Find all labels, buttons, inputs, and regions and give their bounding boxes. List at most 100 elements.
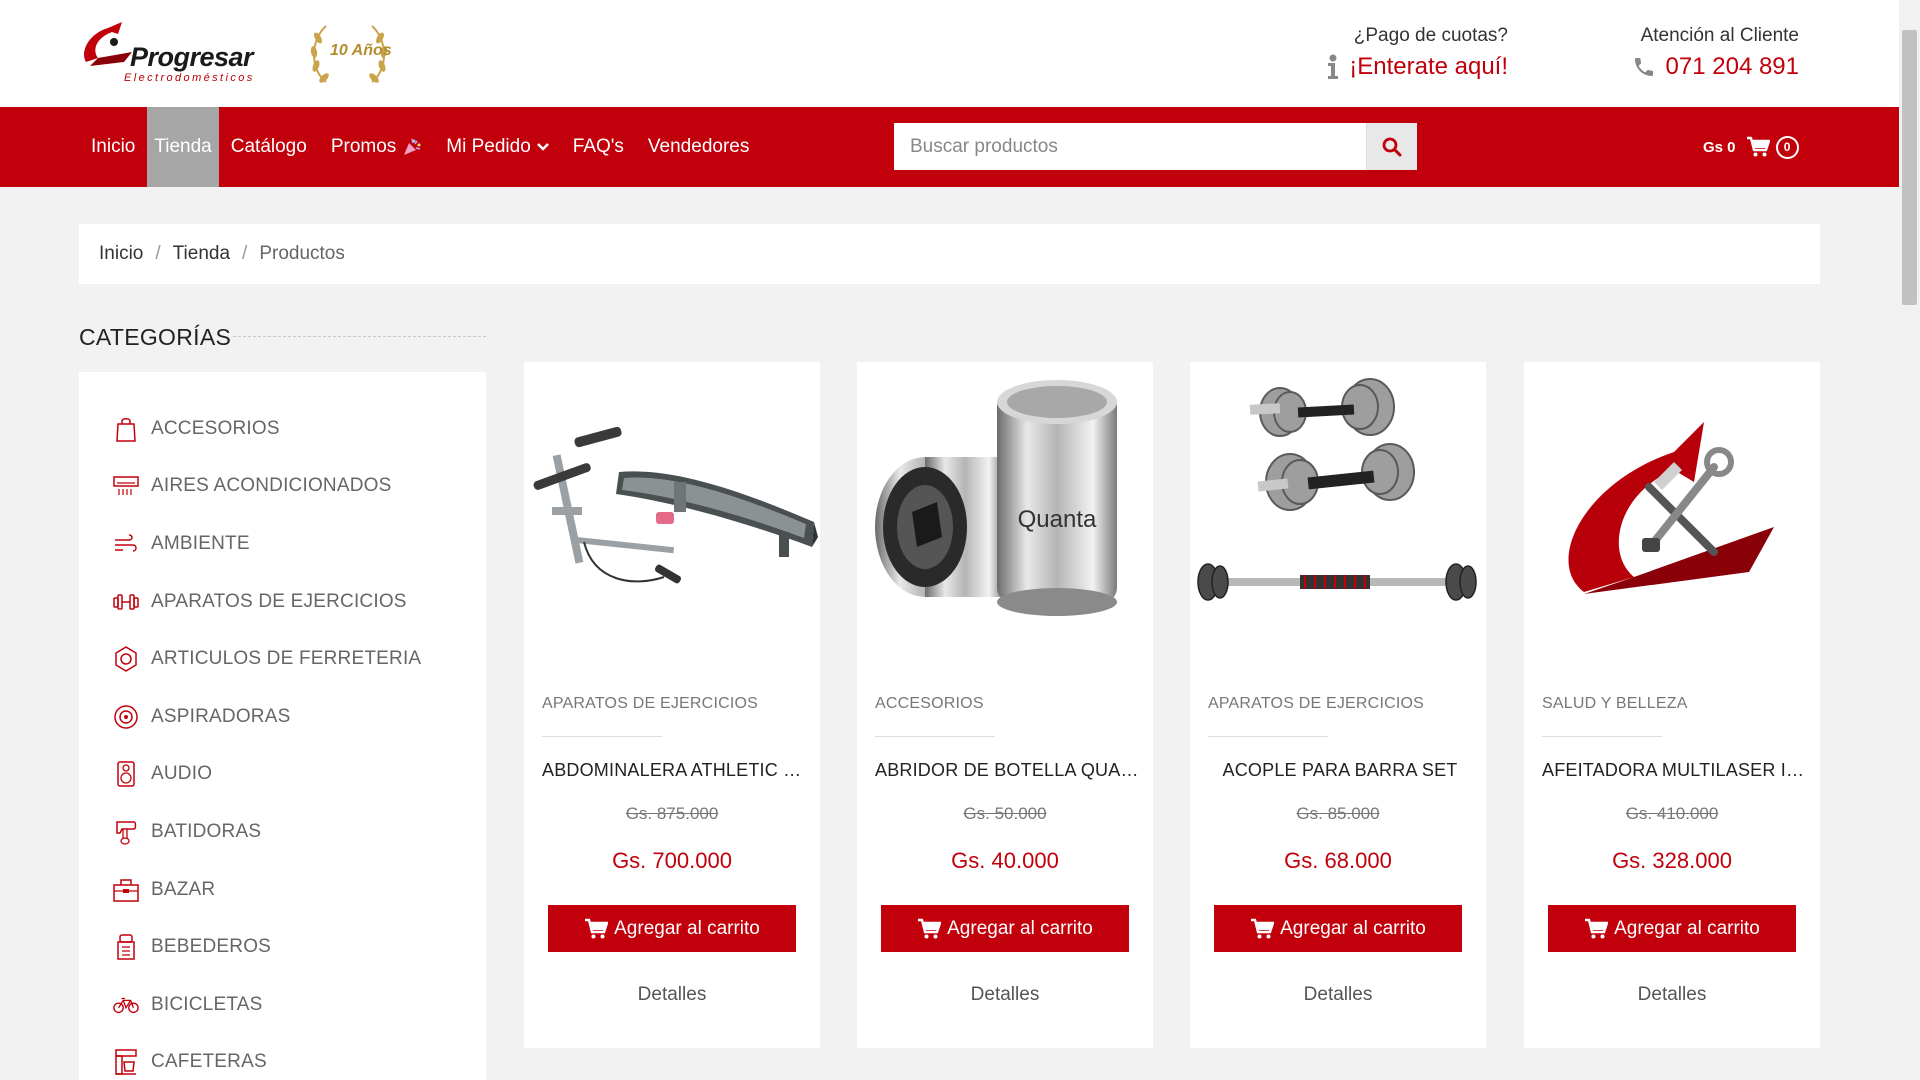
brand-subtitle: Electrodomésticos (124, 72, 255, 84)
category-label: ARTICULOS DE FERRETERIA (151, 648, 422, 670)
product-divider (1208, 736, 1328, 737)
product-category: ACCESORIOS (875, 695, 984, 712)
product-old-price: Gs. 410.000 (1625, 804, 1719, 823)
details-link[interactable]: Detalles (524, 984, 820, 1006)
product-category: SALUD Y BELLEZA (1542, 695, 1688, 712)
search-input[interactable] (894, 123, 1366, 170)
toolbox-icon (113, 877, 139, 903)
product-card: Quanta ACCESORIOS ABRIDOR DE BOTELLA QUA… (857, 362, 1153, 1048)
nav-vendedores[interactable]: Vendedores (636, 107, 761, 187)
category-bebederos[interactable]: BEBEDEROS (79, 918, 486, 976)
category-label: BAZAR (151, 878, 216, 900)
add-to-cart-button[interactable]: Agregar al carrito (1548, 905, 1796, 952)
category-cafeteras[interactable]: CAFETERAS (79, 1034, 486, 1080)
installments-link[interactable]: ¡Enterate aquí! (1327, 53, 1508, 81)
product-card: SALUD Y BELLEZA AFEITADORA MULTILASER IN… (1524, 362, 1820, 1048)
product-price: Gs. 68.000 (1284, 848, 1392, 873)
category-accesorios[interactable]: ACCESORIOS (79, 400, 486, 458)
vacuum-icon (113, 704, 139, 730)
anniversary-label: 10 Años (330, 42, 392, 59)
cart-count-badge: 0 (1775, 135, 1799, 159)
breadcrumb-separator: / (242, 243, 248, 264)
add-to-cart-label: Agregar al carrito (614, 917, 760, 939)
category-aparatos-de-ejercicios[interactable]: APARATOS DE EJERCICIOS (79, 573, 486, 631)
product-name[interactable]: ABRIDOR DE BOTELLA QUANTA (875, 760, 1139, 781)
category-label: AUDIO (151, 763, 213, 785)
cart-icon (1251, 918, 1275, 938)
add-to-cart-label: Agregar al carrito (1614, 917, 1760, 939)
product-old-price: Gs. 875.000 (625, 804, 719, 823)
category-aires-acondicionados[interactable]: AIRES ACONDICIONADOS (79, 458, 486, 516)
categories-sidebar: ACCESORIOS AIRES ACONDICIONADOS AMBIENTE… (79, 372, 486, 1080)
categories-title-divider (233, 336, 486, 337)
nav-tienda-label: Tienda (154, 136, 212, 157)
installments-question: ¿Pago de cuotas? (1353, 25, 1508, 46)
party-popper-icon (404, 138, 421, 155)
nav-catalogo[interactable]: Catálogo (219, 107, 319, 187)
details-link[interactable]: Detalles (857, 984, 1153, 1006)
cart-icon (918, 918, 942, 938)
cart-icon (1746, 136, 1770, 157)
nav-vendedores-label: Vendedores (647, 136, 750, 157)
nav-inicio[interactable]: Inicio (79, 107, 147, 187)
page-scrollbar[interactable] (1899, 0, 1920, 1080)
product-divider (542, 736, 662, 737)
mixer-icon (113, 819, 139, 845)
dumbbell-set-image (1190, 362, 1486, 662)
category-label: ACCESORIOS (151, 417, 280, 439)
category-bicicletas[interactable]: BICICLETAS (79, 976, 486, 1034)
speaker-icon (113, 761, 139, 788)
coffee-maker-icon (113, 1049, 139, 1076)
category-ambiente[interactable]: AMBIENTE (79, 515, 486, 573)
product-name[interactable]: ABDOMINALERA ATHLETIC SIT UP (542, 760, 806, 781)
cart-summary[interactable]: Gs 0 0 (1703, 129, 1799, 165)
nav-promos[interactable]: Promos (319, 107, 434, 187)
product-card: APARATOS DE EJERCICIOS ACOPLE PARA BARRA… (1190, 362, 1486, 1048)
add-to-cart-button[interactable]: Agregar al carrito (1214, 905, 1462, 952)
search-button[interactable] (1366, 123, 1417, 170)
categories-title: CATEGORÍAS (79, 324, 232, 350)
add-to-cart-button[interactable]: Agregar al carrito (881, 905, 1129, 952)
brand-logo[interactable]: Progresar Electrodomésticos 10 Años (78, 18, 398, 90)
add-to-cart-button[interactable]: Agregar al carrito (548, 905, 796, 952)
breadcrumb-productos: Productos (259, 243, 345, 264)
product-category: APARATOS DE EJERCICIOS (1208, 695, 1425, 712)
product-divider (875, 736, 995, 737)
add-to-cart-label: Agregar al carrito (1280, 917, 1426, 939)
phone-link[interactable]: 071 204 891 (1632, 53, 1799, 81)
breadcrumb-tienda[interactable]: Tienda (173, 243, 230, 265)
nav-catalogo-label: Catálogo (230, 136, 307, 157)
breadcrumb-inicio[interactable]: Inicio (99, 243, 143, 265)
nav-tienda[interactable]: Tienda (147, 107, 219, 187)
breadcrumb-separator: / (155, 243, 161, 264)
category-label: AMBIENTE (151, 532, 250, 554)
nav-inicio-label: Inicio (91, 136, 136, 157)
bicycle-icon (113, 992, 139, 1018)
category-bazar[interactable]: BAZAR (79, 861, 486, 919)
water-cooler-icon (113, 934, 139, 960)
nav-mi-pedido[interactable]: Mi Pedido (434, 107, 561, 187)
product-name[interactable]: AFEITADORA MULTILASER INOX (1542, 760, 1806, 781)
scrollbar-thumb[interactable] (1902, 30, 1917, 305)
category-batidoras[interactable]: BATIDORAS (79, 803, 486, 861)
svg-text:Quanta: Quanta (1018, 506, 1097, 533)
wind-icon (113, 531, 139, 557)
nav-faqs[interactable]: FAQ's (561, 107, 636, 187)
nav-mi-pedido-label: Mi Pedido (446, 136, 531, 157)
details-link[interactable]: Detalles (1190, 984, 1486, 1006)
category-aspiradoras[interactable]: ASPIRADORAS (79, 688, 486, 746)
product-old-price: Gs. 50.000 (963, 804, 1047, 823)
info-icon (1328, 54, 1339, 79)
category-audio[interactable]: AUDIO (79, 746, 486, 804)
category-label: BICICLETAS (151, 993, 263, 1015)
product-price: Gs. 328.000 (1612, 848, 1732, 873)
product-name[interactable]: ACOPLE PARA BARRA SET (1208, 760, 1472, 781)
cart-icon (1585, 918, 1609, 938)
category-articulos-de-ferreteria[interactable]: ARTICULOS DE FERRETERIA (79, 630, 486, 688)
bag-icon (113, 416, 139, 442)
installments-info: ¿Pago de cuotas? ¡Enterate aquí! (1327, 25, 1508, 81)
category-label: BEBEDEROS (151, 936, 272, 958)
search-icon (1382, 137, 1402, 156)
details-link[interactable]: Detalles (1524, 984, 1820, 1006)
bottle-opener-image: Quanta (857, 362, 1153, 662)
